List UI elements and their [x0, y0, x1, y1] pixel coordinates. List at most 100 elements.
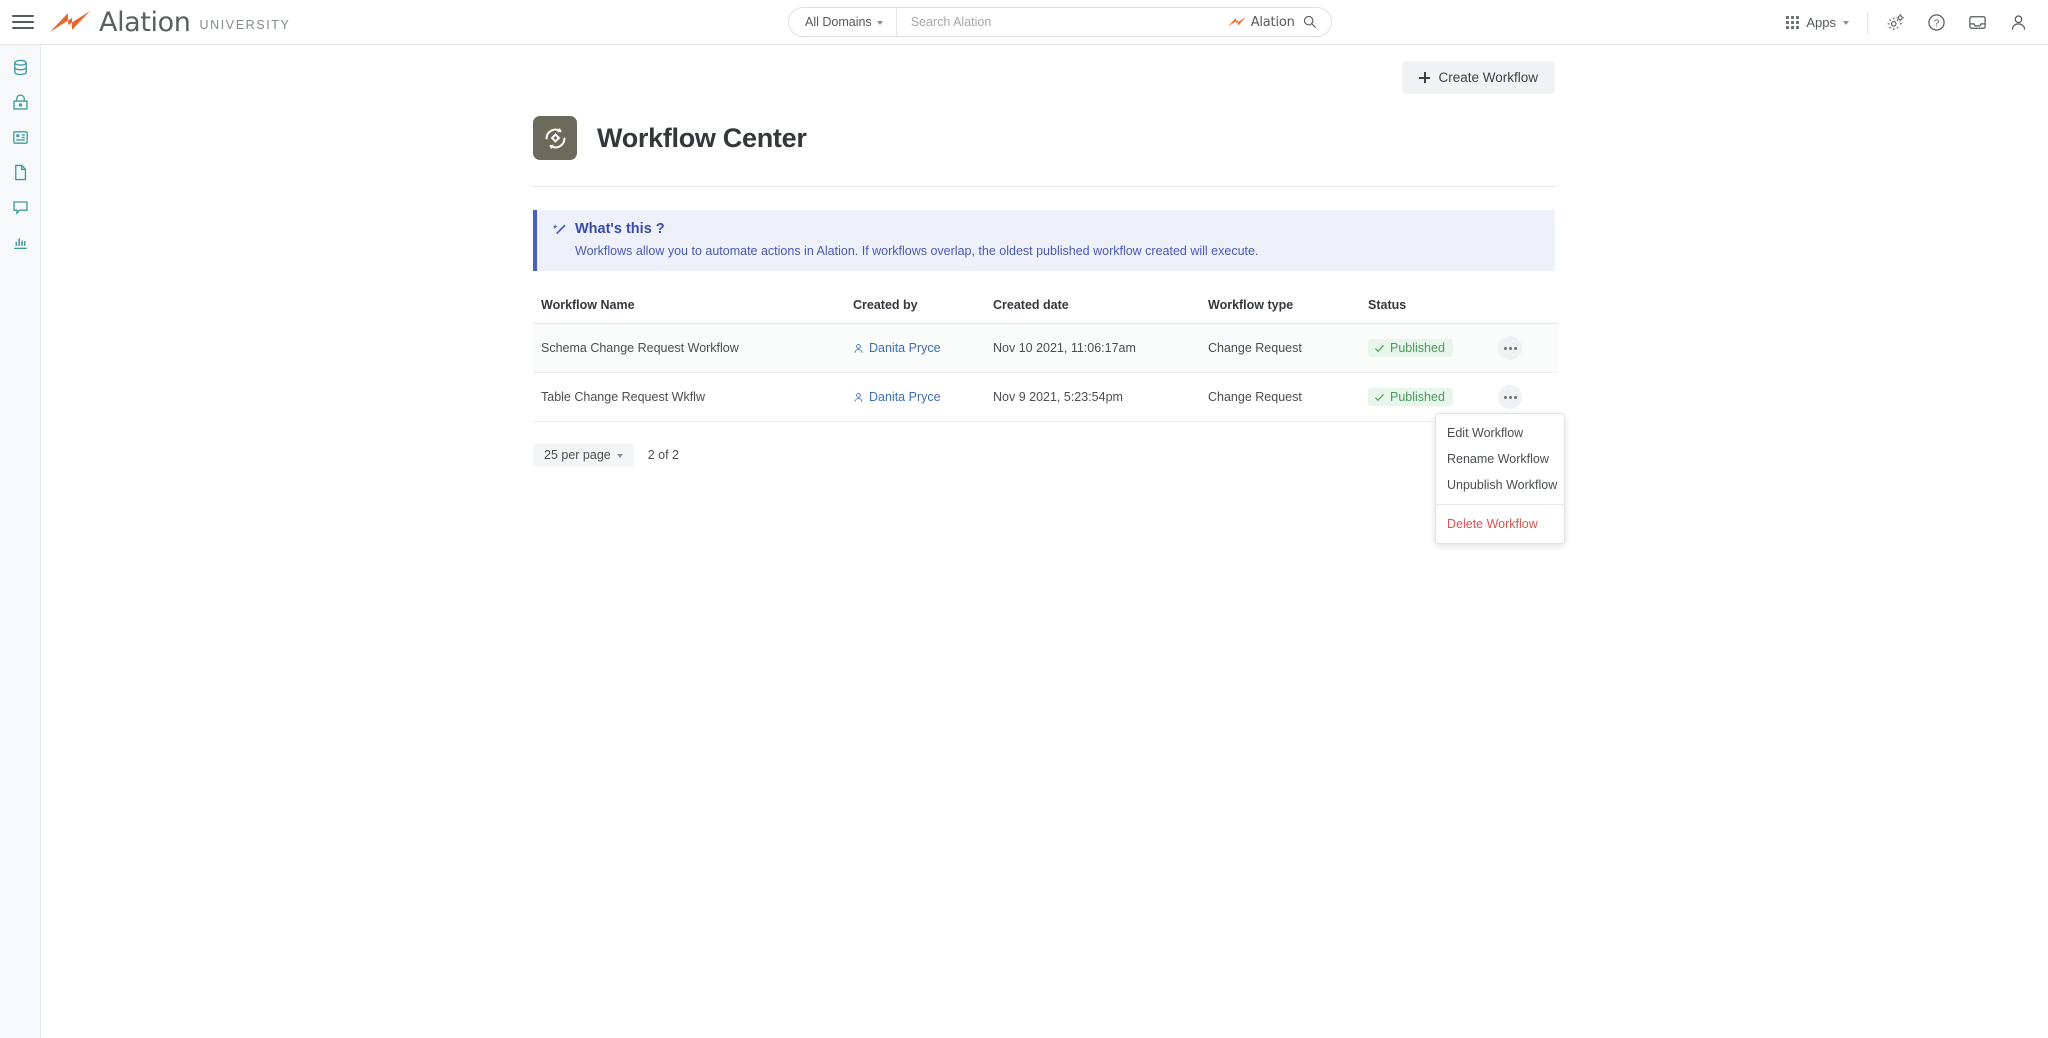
check-icon: [1375, 393, 1384, 401]
cell-workflow-type: Change Request: [1208, 372, 1368, 422]
document-icon: [14, 164, 26, 180]
table-row[interactable]: Schema Change Request Workflow Danita Pr…: [533, 323, 1558, 373]
lock-archive-icon: [12, 93, 28, 110]
column-header-created-by[interactable]: Created by: [853, 298, 993, 324]
menu-item-delete-workflow[interactable]: Delete Workflow: [1436, 511, 1564, 537]
plus-icon: [1419, 72, 1431, 83]
table-grid-icon: [12, 130, 28, 144]
apps-menu-button[interactable]: Apps: [1786, 15, 1867, 30]
sidebar-item-articles[interactable]: [7, 159, 33, 185]
workflows-table: Workflow Name Created by Created date Wo…: [533, 298, 1558, 422]
page-actions: Create Workflow: [533, 45, 1555, 94]
table-header: Workflow Name Created by Created date Wo…: [533, 298, 1558, 324]
pagination-count: 2 of 2: [647, 448, 680, 462]
cell-actions: [1498, 323, 1558, 373]
page-header: Workflow Center: [533, 116, 1555, 160]
caret-down-icon: [1843, 21, 1849, 25]
column-header-workflow-type[interactable]: Workflow type: [1208, 298, 1368, 324]
main-content-area: Create Workflow Workflow Center What's t…: [41, 45, 2048, 1038]
banner-title-row: What's this ?: [553, 221, 1539, 237]
top-right-navigation: Apps ?: [1786, 0, 2032, 45]
table-body: Schema Change Request Workflow Danita Pr…: [533, 323, 1558, 422]
cell-created-date: Nov 9 2021, 5:23:54pm: [993, 372, 1208, 422]
person-icon: [854, 392, 863, 402]
workflow-center-page: Create Workflow Workflow Center What's t…: [533, 45, 1558, 470]
status-label: Published: [1390, 341, 1445, 355]
cell-workflow-name: Table Change Request Wkflw: [533, 372, 853, 422]
sidebar-item-catalog[interactable]: [7, 89, 33, 115]
user-account-icon[interactable]: [2009, 13, 2028, 32]
banner-description: Workflows allow you to automate actions …: [575, 244, 1259, 258]
settings-gears-icon[interactable]: [1886, 13, 1905, 32]
column-header-status[interactable]: Status: [1368, 298, 1498, 324]
menu-item-unpublish-workflow[interactable]: Unpublish Workflow: [1436, 472, 1564, 498]
menu-item-rename-workflow[interactable]: Rename Workflow: [1436, 446, 1564, 472]
pagination-bar: 25 per page 2 of 2: [533, 437, 1555, 470]
cell-created-by: Danita Pryce: [853, 323, 993, 373]
column-header-workflow-name[interactable]: Workflow Name: [533, 298, 853, 324]
cell-workflow-type: Change Request: [1208, 323, 1368, 373]
chevron-down-icon: [616, 453, 623, 458]
search-icon[interactable]: [1303, 15, 1317, 29]
search-brand-badge: Alation: [1227, 15, 1295, 30]
per-page-label: 25 per page: [544, 448, 611, 462]
apps-menu-label: Apps: [1806, 15, 1836, 30]
page-title: Workflow Center: [597, 122, 807, 153]
row-context-menu: Edit Workflow Rename Workflow Unpublish …: [1435, 413, 1565, 544]
created-by-link[interactable]: Danita Pryce: [869, 390, 941, 404]
workflow-sync-icon: [533, 116, 577, 160]
chevron-down-icon: [876, 20, 883, 25]
per-page-dropdown[interactable]: 25 per page: [533, 443, 634, 467]
cell-status: Published: [1368, 323, 1498, 373]
cell-created-date: Nov 10 2021, 11:06:17am: [993, 323, 1208, 373]
more-options-icon[interactable]: [1498, 385, 1522, 409]
menu-divider: [1436, 504, 1564, 505]
sidebar-item-analytics[interactable]: [7, 229, 33, 255]
whats-this-banner: What's this ? Workflows allow you to aut…: [533, 210, 1555, 271]
magic-wand-icon: [553, 223, 566, 235]
person-icon: [854, 343, 863, 353]
bar-chart-icon: [13, 237, 27, 249]
create-workflow-button[interactable]: Create Workflow: [1402, 61, 1555, 94]
header-divider: [533, 186, 1555, 187]
search-brand-text: Alation: [1250, 14, 1295, 30]
alation-bowtie-logo: [50, 11, 90, 32]
sidebar-item-conversations[interactable]: [7, 194, 33, 220]
more-options-icon[interactable]: [1498, 336, 1522, 360]
check-icon: [1375, 344, 1384, 352]
database-icon: [13, 59, 27, 75]
status-badge: Published: [1368, 339, 1453, 357]
search-actions: Alation: [1227, 8, 1331, 36]
status-badge: Published: [1368, 388, 1453, 406]
left-sidebar: [0, 45, 41, 1038]
global-search-group: All Domains Alation: [788, 7, 1332, 37]
create-workflow-label: Create Workflow: [1438, 70, 1538, 85]
domain-filter-dropdown[interactable]: All Domains: [789, 8, 897, 36]
search-input[interactable]: [910, 15, 1217, 29]
menu-item-edit-workflow[interactable]: Edit Workflow: [1436, 420, 1564, 446]
column-header-created-date[interactable]: Created date: [993, 298, 1208, 324]
table-row[interactable]: Table Change Request Wkflw Danita Pryce …: [533, 372, 1558, 422]
search-input-wrapper: [897, 8, 1227, 36]
brand-logo-group[interactable]: Alation UNIVERSITY: [48, 7, 290, 38]
sidebar-item-data-sources[interactable]: [7, 54, 33, 80]
apps-grid-icon: [1786, 16, 1800, 29]
top-navigation-bar: Alation UNIVERSITY All Domains Alation: [0, 0, 2048, 45]
brand-subtitle: UNIVERSITY: [199, 18, 291, 32]
domain-filter-label: All Domains: [805, 15, 872, 29]
banner-title: What's this ?: [575, 221, 665, 237]
svg-text:?: ?: [1934, 19, 1940, 30]
table-header-row: Workflow Name Created by Created date Wo…: [533, 298, 1558, 324]
inbox-icon[interactable]: [1968, 13, 1987, 32]
created-by-link[interactable]: Danita Pryce: [869, 341, 941, 355]
brand-name: Alation: [99, 6, 191, 38]
alation-bowtie-icon: [1227, 17, 1246, 27]
status-label: Published: [1390, 390, 1445, 404]
sidebar-item-queries[interactable]: [7, 124, 33, 150]
help-circle-icon[interactable]: ?: [1927, 13, 1946, 32]
nav-divider: [1867, 11, 1868, 34]
chat-bubble-icon: [12, 200, 28, 215]
cell-created-by: Danita Pryce: [853, 372, 993, 422]
hamburger-menu-icon[interactable]: [12, 11, 34, 33]
column-header-actions: [1498, 298, 1558, 324]
